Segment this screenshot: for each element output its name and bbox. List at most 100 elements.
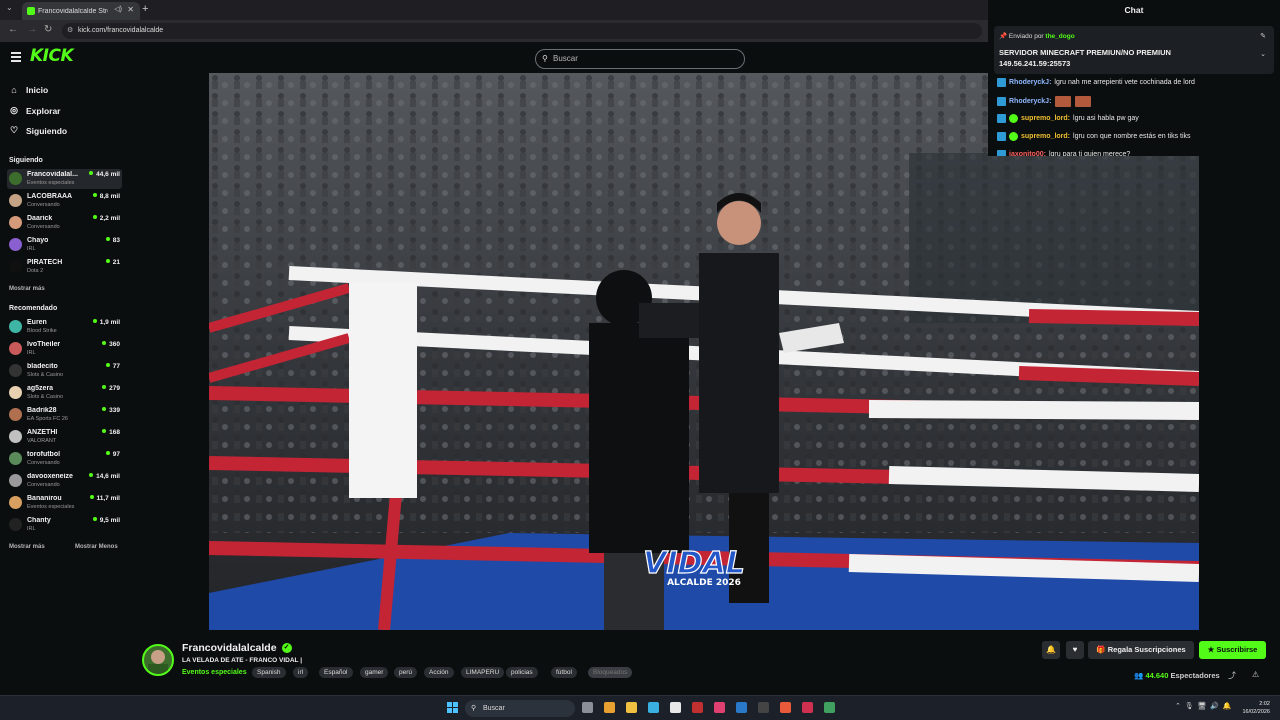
taskbar-app-icon[interactable] — [802, 702, 813, 713]
gift-subs-button[interactable]: 🎁 Regala Suscripciones — [1088, 641, 1194, 659]
channel-category: Blood Strike — [27, 328, 57, 334]
sidebar-channel[interactable]: PIRATECH Dota 2 21 — [7, 257, 122, 277]
sidebar-channel[interactable]: Badrik28 EA Sports FC 26 339 — [7, 405, 122, 425]
chevron-down-icon[interactable]: ⌄ — [1260, 50, 1266, 58]
streamer-name-text: Francovidalalcalde — [182, 642, 277, 654]
taskbar-app-icon[interactable] — [604, 702, 615, 713]
chat-username[interactable]: supremo_lord: — [1021, 133, 1070, 140]
streamer-name[interactable]: Francovidalalcalde ✓ — [182, 642, 292, 654]
sidebar-channel[interactable]: IvoTheiler IRL 360 — [7, 339, 122, 359]
taskbar-app-icon[interactable] — [736, 702, 747, 713]
taskbar-app-icon[interactable] — [758, 702, 769, 713]
viewers-icon: 👥 — [1134, 671, 1144, 680]
clock[interactable]: 2:02 16/02/2026 — [1236, 700, 1270, 716]
channel-avatar — [9, 474, 22, 487]
share-icon[interactable]: ⤴ — [1228, 670, 1236, 681]
browser-tab[interactable]: Francovidalalcalde Stream ◁) ✕ — [22, 2, 140, 20]
channel-name: Chanty — [27, 517, 51, 524]
sidebar-channel[interactable]: Euren Blood Strike 1,9 mil — [7, 317, 122, 337]
stream-tag[interactable]: perú — [394, 667, 418, 678]
site-info-icon[interactable]: ⚙ — [67, 23, 73, 39]
taskbar-app-icon[interactable] — [648, 702, 659, 713]
viewer-count: 👥 44.640 Espectadores — [1134, 671, 1220, 680]
channel-name: Francovidalal... — [27, 171, 78, 178]
taskbar-app-icon[interactable] — [824, 702, 835, 713]
nav-home[interactable]: ⌂ Inicio — [9, 85, 48, 95]
system-tray[interactable]: ⌃ 🎙 🖥 🔊 🔔 — [1175, 702, 1232, 710]
windows-start-icon[interactable] — [447, 702, 459, 714]
back-icon[interactable]: ← — [8, 24, 18, 35]
video-player[interactable]: VIDAL ALCALDE 2026 — [209, 73, 1199, 630]
channel-category: Conversando — [27, 202, 60, 208]
stream-tag[interactable]: fútbol — [551, 667, 577, 678]
close-icon[interactable]: ✕ — [127, 5, 134, 14]
sidebar-channel[interactable]: torofutbol Conversando 97 — [7, 449, 122, 469]
stream-tag[interactable]: gamer — [360, 667, 389, 678]
sidebar-channel[interactable]: bladecito Slots & Casino 77 — [7, 361, 122, 381]
taskbar-app-icon[interactable] — [780, 702, 791, 713]
speaker-icon[interactable]: ◁) — [114, 5, 122, 13]
show-less-button[interactable]: Mostrar Menos — [75, 544, 118, 550]
taskbar-app-icon[interactable] — [714, 702, 725, 713]
pinned-message[interactable]: 📌 Enviado por the_dogo SERVIDOR MINECRAF… — [994, 26, 1274, 74]
stream-tag[interactable]: irl — [293, 667, 309, 678]
reload-icon[interactable]: ↻ — [44, 24, 52, 35]
sidebar-channel[interactable]: Daarick Conversando 2,2 mil — [7, 213, 122, 233]
channel-avatar — [9, 430, 22, 443]
stream-tag[interactable]: Español — [319, 667, 353, 678]
chat-username[interactable]: jaxonito00: — [1009, 151, 1046, 156]
taskbar-app-icon[interactable] — [670, 702, 681, 713]
new-tab-button[interactable]: + — [142, 3, 148, 15]
taskbar-search-label: Buscar — [483, 705, 505, 712]
address-bar[interactable]: ⚙ kick.com/francovidalalcalde — [62, 23, 982, 39]
verified-icon: ✓ — [281, 643, 292, 653]
channel-category: Conversando — [27, 460, 60, 466]
taskbar-app-icon[interactable] — [692, 702, 703, 713]
channel-viewers: 9,5 mil — [93, 517, 120, 524]
nav-explore[interactable]: ◎ Explorar — [9, 105, 61, 116]
subscribe-button[interactable]: ★ Suscribirse — [1199, 641, 1266, 659]
chat-username[interactable]: RhoderyckJ: — [1009, 98, 1051, 105]
pinned-user[interactable]: the_dogo — [1045, 33, 1074, 40]
notification-bell-button[interactable]: 🔔 — [1042, 641, 1060, 659]
tab-search-icon[interactable]: ⌄ — [6, 3, 13, 12]
taskbar-app-icon[interactable] — [582, 702, 593, 713]
channel-avatar — [9, 342, 22, 355]
sidebar-channel[interactable]: Bananirou Eventos especiales 11,7 mil — [7, 493, 122, 513]
taskbar-search[interactable]: ⚲ Buscar — [465, 700, 575, 717]
sidebar-channel[interactable]: Francovidalal... Eventos especiales 44,6 m… — [7, 169, 122, 189]
report-icon[interactable]: ⚠ — [1252, 670, 1259, 679]
verified-badge-icon — [1009, 132, 1018, 141]
nav-following[interactable]: ♡ Siguiendo — [9, 125, 67, 136]
sidebar-channel[interactable]: LACOBRAAA Conversando 8,8 mil — [7, 191, 122, 211]
search-input[interactable]: ⚲ Buscar — [535, 49, 745, 69]
site-header: KICK ⚲ Buscar — [0, 42, 988, 73]
sidebar-channel[interactable]: davooxeneize Conversando 14,6 mil — [7, 471, 122, 491]
show-more-button[interactable]: Mostrar más — [9, 544, 45, 550]
channel-viewers: 2,2 mil — [93, 215, 120, 222]
taskbar-app-icon[interactable] — [626, 702, 637, 713]
sidebar-channel[interactable]: Chayo IRL 83 — [7, 235, 122, 255]
channel-category: Slots & Casino — [27, 394, 64, 400]
stream-tag[interactable]: Spanish — [252, 667, 286, 678]
streamer-avatar[interactable] — [142, 644, 174, 676]
follow-heart-button[interactable]: ♥ — [1066, 641, 1084, 659]
menu-icon[interactable] — [11, 52, 21, 62]
stream-tag[interactable]: Bloqueados — [588, 667, 633, 678]
forward-icon[interactable]: → — [27, 24, 37, 35]
chat-username[interactable]: supremo_lord: — [1021, 115, 1070, 122]
sidebar-channel[interactable]: ANZETHI VALORANT 168 — [7, 427, 122, 447]
tab-title: Francovidalalcalde Stream — [38, 7, 108, 15]
sidebar-channel[interactable]: ag5zera Slots & Casino 279 — [7, 383, 122, 403]
show-more-following-button[interactable]: Mostrar más — [9, 286, 45, 292]
stream-tag[interactable]: policias — [506, 667, 538, 678]
chat-username[interactable]: RhoderyckJ: — [1009, 79, 1051, 86]
stream-tag[interactable]: LIMAPERU — [461, 667, 505, 678]
stream-tag[interactable]: Acción — [424, 667, 454, 678]
sidebar-channel[interactable]: Chanty IRL 9,5 mil — [7, 515, 122, 535]
url-text: kick.com/francovidalalcalde — [78, 27, 164, 34]
nav-explore-label: Explorar — [26, 105, 61, 116]
stream-category[interactable]: Eventos especiales — [182, 669, 247, 676]
kick-logo[interactable]: KICK — [30, 46, 74, 66]
unpin-icon[interactable]: ✎ — [1260, 32, 1266, 40]
